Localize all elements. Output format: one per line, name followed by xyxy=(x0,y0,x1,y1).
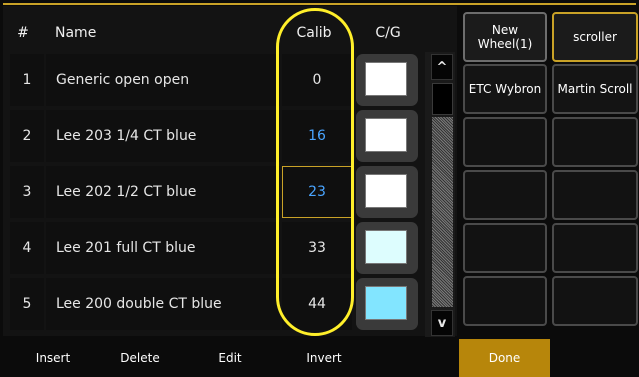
etc-wybron-button[interactable]: ETC Wybron xyxy=(463,64,547,114)
scroller-button[interactable]: scroller xyxy=(552,12,638,62)
top-accent-rule xyxy=(3,3,636,5)
row-calib-selected[interactable]: 23 xyxy=(282,166,352,218)
color-swatch xyxy=(365,118,407,152)
new-wheel-button[interactable]: New Wheel(1) xyxy=(463,12,547,62)
header-number: # xyxy=(17,25,29,41)
empty-slot-button[interactable] xyxy=(552,170,638,220)
color-swatch xyxy=(365,174,407,208)
empty-slot-button[interactable] xyxy=(552,276,638,326)
martin-scroll-button[interactable]: Martin Scroll xyxy=(552,64,638,114)
color-swatch xyxy=(365,230,407,264)
scrollbar-thumb[interactable] xyxy=(432,83,453,115)
header-color-gel: C/G xyxy=(375,25,401,41)
row-swatch-cell[interactable] xyxy=(356,222,418,274)
row-name[interactable]: Lee 202 1/2 CT blue xyxy=(46,166,280,218)
header-name: Name xyxy=(55,25,97,41)
row-name[interactable]: Generic open open xyxy=(46,54,280,106)
scroll-down-arrow-icon[interactable]: v xyxy=(431,310,453,336)
row-swatch-cell[interactable] xyxy=(356,54,418,106)
edit-button[interactable]: Edit xyxy=(195,339,265,377)
scrollbar-rail[interactable] xyxy=(432,117,453,307)
row-swatch-cell[interactable] xyxy=(356,166,418,218)
empty-slot-button[interactable] xyxy=(552,223,638,273)
scroll-up-arrow-icon[interactable]: ^ xyxy=(431,54,453,80)
row-swatch-cell[interactable] xyxy=(356,278,418,330)
color-swatch xyxy=(365,62,407,96)
empty-slot-button[interactable] xyxy=(552,117,638,167)
insert-button[interactable]: Insert xyxy=(18,339,88,377)
empty-slot-button[interactable] xyxy=(463,117,547,167)
row-number: 1 xyxy=(10,54,44,106)
delete-button[interactable]: Delete xyxy=(105,339,175,377)
row-swatch-cell[interactable] xyxy=(356,110,418,162)
row-number: 4 xyxy=(10,222,44,274)
row-name[interactable]: Lee 203 1/4 CT blue xyxy=(46,110,280,162)
row-name[interactable]: Lee 201 full CT blue xyxy=(46,222,280,274)
row-calib[interactable]: 44 xyxy=(282,278,352,330)
table-row[interactable]: 4 Lee 201 full CT blue 33 xyxy=(10,222,418,274)
done-button[interactable]: Done xyxy=(459,339,550,377)
row-calib[interactable]: 0 xyxy=(282,54,352,106)
empty-slot-button[interactable] xyxy=(463,170,547,220)
row-name[interactable]: Lee 200 double CT blue xyxy=(46,278,280,330)
table-row[interactable]: 1 Generic open open 0 xyxy=(10,54,418,106)
header-calib: Calib xyxy=(296,25,332,41)
color-swatch xyxy=(365,286,407,320)
row-number: 3 xyxy=(10,166,44,218)
row-calib[interactable]: 16 xyxy=(282,110,352,162)
row-number: 5 xyxy=(10,278,44,330)
empty-slot-button[interactable] xyxy=(463,223,547,273)
row-number: 2 xyxy=(10,110,44,162)
row-calib[interactable]: 33 xyxy=(282,222,352,274)
invert-button[interactable]: Invert xyxy=(289,339,359,377)
calibration-window: # Name Calib C/G 1 Generic open open 0 2… xyxy=(0,0,639,377)
empty-slot-button[interactable] xyxy=(463,276,547,326)
table-row[interactable]: 5 Lee 200 double CT blue 44 xyxy=(10,278,418,330)
table-row[interactable]: 3 Lee 202 1/2 CT blue 23 xyxy=(10,166,418,218)
table-row[interactable]: 2 Lee 203 1/4 CT blue 16 xyxy=(10,110,418,162)
